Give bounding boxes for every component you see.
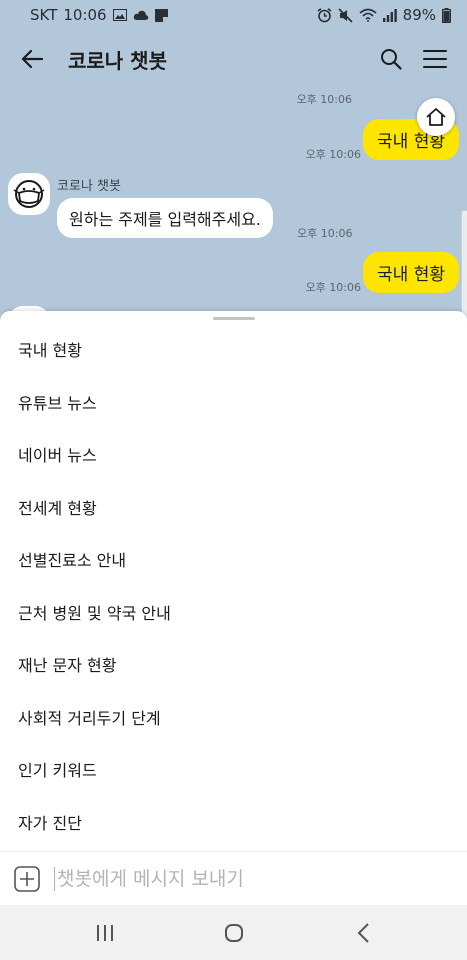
signal-icon [382,8,397,22]
plus-square-icon [14,865,40,892]
back-icon [357,922,369,943]
attach-button[interactable] [14,865,40,892]
menu-item[interactable]: 유튜브 뉴스 [0,376,467,429]
chat-header: 코로나 챗봇 [0,30,467,88]
search-icon [381,49,402,70]
wifi-icon [359,8,377,22]
sheet-drag-handle[interactable] [213,317,255,320]
back-button[interactable] [14,41,50,77]
menu-sheet: 국내 현황 유튜브 뉴스 네이버 뉴스 전세계 현황 선별진료소 안내 근처 병… [0,311,467,851]
note-icon [154,8,168,22]
gallery-icon [112,9,127,21]
menu-item[interactable]: 인기 키워드 [0,743,467,796]
clock: 10:06 [63,6,107,24]
cloud-icon [133,10,148,20]
bot-message-bubble[interactable]: 원하는 주제를 입력해주세요. [57,198,273,238]
home-shortcut-button[interactable] [417,98,455,136]
menu-item[interactable]: 재난 문자 현황 [0,638,467,691]
menu-list: 국내 현황 유튜브 뉴스 네이버 뉴스 전세계 현황 선별진료소 안내 근처 병… [0,323,467,848]
status-left: SKT 10:06 [30,6,168,24]
page-title: 코로나 챗봇 [68,48,167,73]
hamburger-menu-icon [423,50,447,68]
carrier-label: SKT [30,6,58,24]
mute-icon [338,7,353,23]
bot-avatar[interactable] [8,173,50,215]
menu-item[interactable]: 네이버 뉴스 [0,428,467,481]
search-button[interactable] [373,41,409,77]
message-timestamp: 오후 10:06 [305,148,361,161]
my-message-bubble[interactable]: 국내 현황 [363,252,459,293]
menu-item[interactable]: 국내 현황 [0,323,467,376]
message-input-bar [0,851,467,905]
menu-button[interactable] [417,41,453,77]
recent-apps-icon [96,924,113,941]
recent-apps-button[interactable] [85,913,125,953]
battery-icon [442,7,451,23]
menu-item[interactable]: 전세계 현황 [0,481,467,534]
menu-item[interactable]: 자가 진단 [0,796,467,849]
home-nav-button[interactable] [214,913,254,953]
back-arrow-icon [21,49,43,69]
sender-name: 코로나 챗봇 [57,179,121,194]
home-button-icon [224,923,243,942]
menu-item[interactable]: 사회적 거리두기 단계 [0,691,467,744]
menu-item[interactable]: 선별진료소 안내 [0,533,467,586]
system-nav-bar [0,905,467,960]
message-timestamp: 오후 10:06 [305,281,361,294]
alarm-icon [317,7,332,22]
menu-item[interactable]: 근처 병원 및 약국 안내 [0,586,467,639]
message-timestamp: 오후 10:06 [296,93,352,106]
status-bar: SKT 10:06 89% [0,0,467,30]
status-right: 89% [317,6,451,24]
home-icon [426,108,446,126]
chat-area[interactable]: 오후 10:06 오후 10:06 국내 현황 코로나 챗봇 원하는 주제를 입… [0,88,467,313]
mask-face-icon [13,180,45,208]
message-input[interactable] [54,866,439,891]
message-timestamp: 오후 10:06 [297,227,353,240]
battery-percent: 89% [402,6,436,24]
back-nav-button[interactable] [343,913,383,953]
